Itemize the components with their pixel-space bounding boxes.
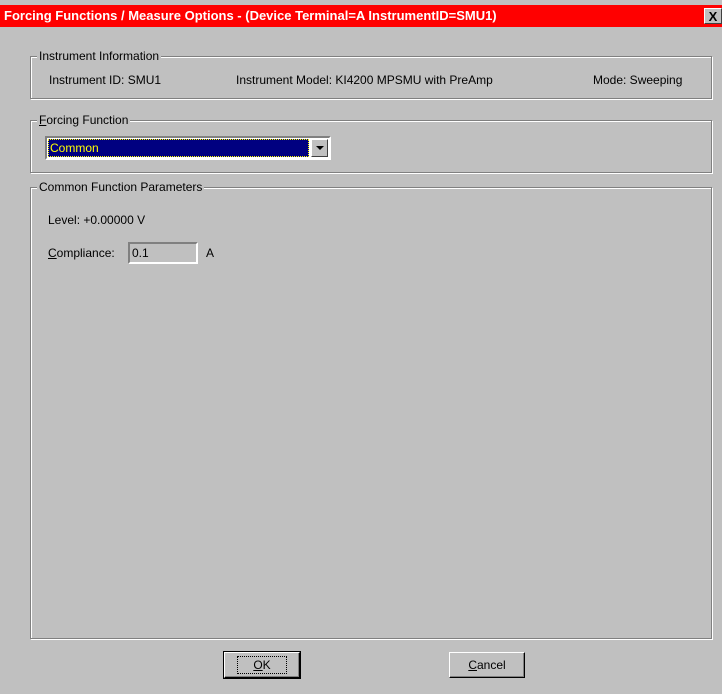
forcing-function-select[interactable]: Common — [45, 136, 331, 160]
cancel-button-label: Cancel — [468, 658, 505, 672]
dialog-window: Forcing Functions / Measure Options - (D… — [0, 0, 722, 694]
close-icon: X — [708, 9, 718, 24]
chevron-down-icon[interactable] — [311, 139, 328, 157]
title-bar[interactable]: Forcing Functions / Measure Options - (D… — [0, 5, 722, 27]
compliance-label-rest: ompliance: — [56, 246, 115, 260]
close-button[interactable]: X — [704, 8, 722, 24]
window-title: Forcing Functions / Measure Options - (D… — [4, 8, 497, 23]
cancel-button[interactable]: Cancel — [449, 652, 525, 678]
ok-button-label: OK — [237, 656, 287, 674]
level-label: Level: +0.00000 V — [48, 213, 146, 227]
ok-button[interactable]: OK — [223, 651, 301, 679]
instrument-id-label: Instrument ID: SMU1 — [49, 73, 162, 87]
instrument-information-title: Instrument Information — [37, 49, 162, 63]
ok-label-rest: K — [262, 658, 271, 672]
compliance-unit: A — [206, 246, 215, 260]
compliance-label: Compliance: — [48, 246, 115, 260]
compliance-mnemonic: C — [48, 246, 57, 260]
forcing-function-selected-value: Common — [48, 139, 309, 157]
forcing-function-title: Forcing Function — [37, 113, 131, 127]
cancel-mnemonic: C — [468, 658, 477, 672]
cancel-label-rest: ancel — [476, 658, 506, 672]
instrument-model-label: Instrument Model: KI4200 MPSMU with PreA… — [236, 73, 493, 87]
ok-mnemonic: O — [253, 658, 263, 672]
forcing-function-title-rest: orcing Function — [46, 113, 129, 127]
common-function-parameters-title: Common Function Parameters — [37, 180, 205, 194]
mode-label: Mode: Sweeping — [593, 73, 683, 87]
compliance-input[interactable]: 0.1 — [128, 242, 198, 264]
